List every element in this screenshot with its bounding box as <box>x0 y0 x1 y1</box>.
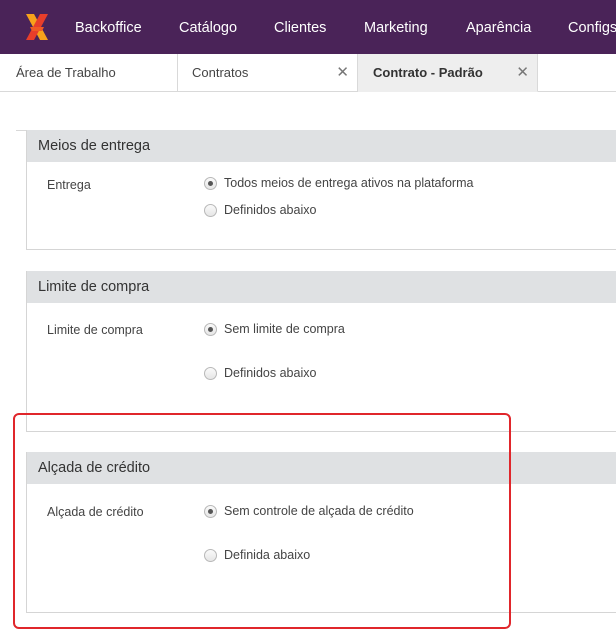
radio-option-sem-limite[interactable]: Sem limite de compra <box>204 322 345 336</box>
panel-title: Alçada de crédito <box>27 452 616 484</box>
nav-item-aparencia[interactable]: Aparência <box>466 0 531 54</box>
tab-label: Contrato - Padrão <box>373 65 483 80</box>
nav-item-backoffice[interactable]: Backoffice <box>75 0 142 54</box>
panel-limite-de-compra: Limite de compra Limite de compra Sem li… <box>26 271 616 432</box>
close-icon[interactable]: ✕ <box>336 54 349 92</box>
field-label: Limite de compra <box>47 323 143 337</box>
radio-button-selected[interactable] <box>204 504 217 518</box>
field-label: Entrega <box>47 178 91 192</box>
tab-label: Área de Trabalho <box>16 65 116 80</box>
radio-label: Sem limite de compra <box>224 322 345 336</box>
panel-title: Limite de compra <box>27 271 616 303</box>
radio-button[interactable] <box>204 366 217 380</box>
radio-label: Todos meios de entrega ativos na platafo… <box>224 176 474 190</box>
radio-button[interactable] <box>204 203 217 217</box>
radio-label: Definidos abaixo <box>224 366 317 380</box>
radio-option-definidos-abaixo[interactable]: Definidos abaixo <box>204 203 316 217</box>
radio-label: Definida abaixo <box>224 548 311 562</box>
tab-bar: Área de Trabalho Contratos ✕ Contrato - … <box>0 54 616 92</box>
radio-option-todos-meios[interactable]: Todos meios de entrega ativos na platafo… <box>204 176 473 190</box>
tab-area-de-trabalho[interactable]: Área de Trabalho <box>0 54 178 92</box>
top-navigation-bar: Backoffice Catálogo Clientes Marketing A… <box>0 0 616 54</box>
close-icon[interactable]: ✕ <box>516 54 529 92</box>
nav-item-marketing[interactable]: Marketing <box>364 0 428 54</box>
radio-label: Definidos abaixo <box>224 203 317 217</box>
tab-contratos[interactable]: Contratos ✕ <box>178 54 358 92</box>
panel-title: Meios de entrega <box>27 130 616 162</box>
radio-option-definida-abaixo[interactable]: Definida abaixo <box>204 548 310 562</box>
radio-button[interactable] <box>204 548 217 562</box>
main-content: Meios de entrega Entrega Todos meios de … <box>0 93 616 636</box>
radio-option-definidos-abaixo[interactable]: Definidos abaixo <box>204 366 316 380</box>
field-label: Alçada de crédito <box>47 505 144 519</box>
brand-logo-icon[interactable] <box>20 10 54 44</box>
radio-option-sem-controle[interactable]: Sem controle de alçada de crédito <box>204 504 414 518</box>
radio-button-selected[interactable] <box>204 322 217 336</box>
tab-contrato-padrao[interactable]: Contrato - Padrão ✕ <box>358 54 538 92</box>
nav-item-configs[interactable]: Configs <box>568 0 616 54</box>
tab-label: Contratos <box>192 65 249 80</box>
nav-item-clientes[interactable]: Clientes <box>274 0 326 54</box>
radio-label: Sem controle de alçada de crédito <box>224 504 414 518</box>
panel-meios-de-entrega: Meios de entrega Entrega Todos meios de … <box>26 130 616 250</box>
panel-alcada-de-credito: Alçada de crédito Alçada de crédito Sem … <box>26 452 616 613</box>
nav-item-catalogo[interactable]: Catálogo <box>179 0 237 54</box>
radio-button-selected[interactable] <box>204 176 217 190</box>
